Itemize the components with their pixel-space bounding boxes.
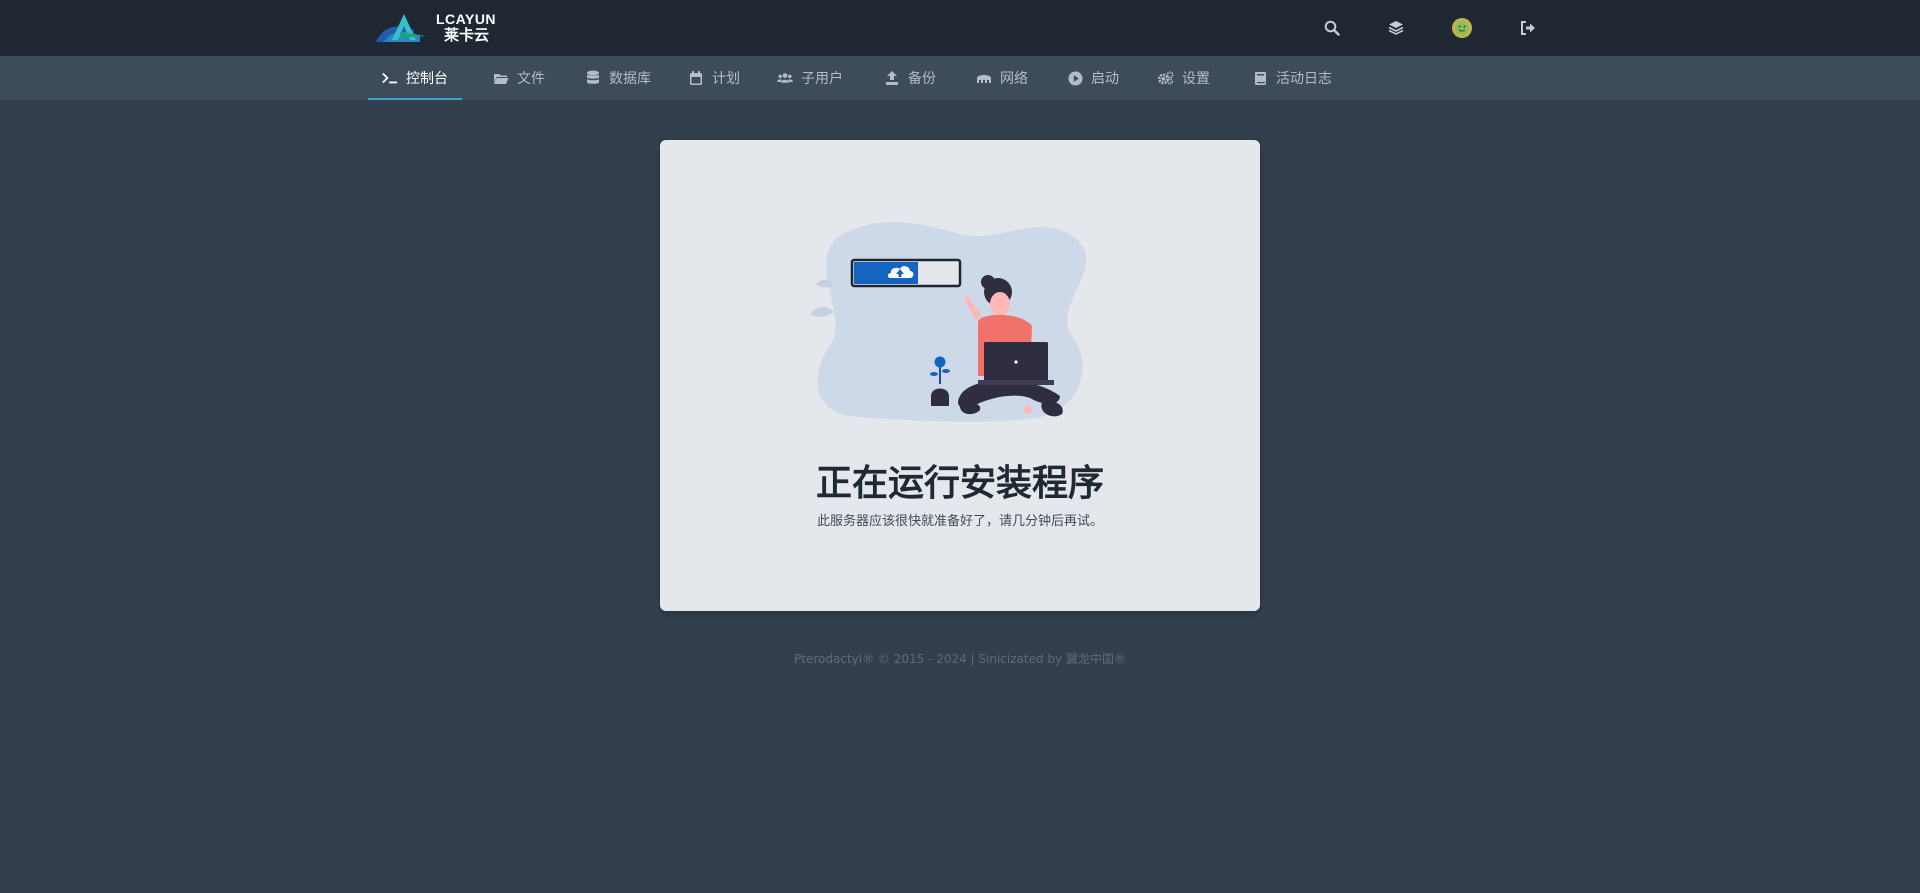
tab-settings-label: 设置: [1182, 71, 1210, 87]
tab-users[interactable]: 子用户: [777, 56, 843, 100]
tab-network[interactable]: 网络: [976, 56, 1028, 100]
network-icon: [976, 70, 992, 86]
logout-icon[interactable]: [1516, 16, 1540, 40]
page-description: 此服务器应该很快就准备好了，请几分钟后再试。: [816, 514, 1103, 529]
installing-illustration-icon: [810, 222, 1087, 422]
tab-schedules[interactable]: 计划: [688, 56, 740, 100]
tab-startup[interactable]: 启动: [1067, 56, 1119, 100]
footer-text: Pterodactyl® © 2015 - 2024 | Sinicizated…: [794, 652, 1126, 666]
folder-icon: [493, 70, 509, 86]
database-icon: [585, 70, 601, 86]
logo-subtitle: 莱卡云: [444, 26, 490, 44]
tab-databases[interactable]: 数据库: [585, 56, 651, 100]
server-nav: 控制台 文件 数据库 计划 子用户 备份 网络 启动 设置 活动日志: [0, 56, 1920, 100]
logo-text: LCAYUN: [436, 11, 497, 27]
play-icon: [1067, 70, 1083, 86]
tab-activity-label: 活动日志: [1276, 71, 1332, 87]
console-icon: [382, 70, 398, 86]
tab-backups[interactable]: 备份: [884, 56, 936, 100]
avatar[interactable]: [1450, 16, 1474, 40]
logo-mark-icon: [376, 14, 426, 42]
logo[interactable]: LCAYUN 莱卡云: [374, 10, 506, 46]
tab-users-label: 子用户: [801, 71, 843, 87]
layers-icon[interactable]: [1384, 16, 1408, 40]
tab-settings[interactable]: 设置: [1158, 56, 1210, 100]
top-bar: LCAYUN 莱卡云: [0, 0, 1920, 56]
tab-schedules-label: 计划: [712, 71, 740, 87]
tab-network-label: 网络: [1000, 71, 1028, 87]
gears-icon: [1158, 70, 1174, 86]
tab-backups-label: 备份: [908, 71, 936, 87]
tab-console-label: 控制台: [406, 71, 448, 87]
tab-startup-label: 启动: [1091, 71, 1119, 87]
calendar-icon: [688, 70, 704, 86]
tab-console[interactable]: 控制台: [368, 56, 462, 100]
tab-files-label: 文件: [517, 71, 545, 87]
book-icon: [1252, 70, 1268, 86]
tab-files[interactable]: 文件: [493, 56, 545, 100]
tab-databases-label: 数据库: [609, 71, 651, 87]
search-icon[interactable]: [1320, 16, 1344, 40]
page-title: 正在运行安装程序: [815, 463, 1104, 504]
upload-icon: [884, 70, 900, 86]
installing-card: 正在运行安装程序 此服务器应该很快就准备好了，请几分钟后再试。: [660, 140, 1260, 611]
tab-activity[interactable]: 活动日志: [1252, 56, 1332, 100]
users-icon: [777, 70, 793, 86]
